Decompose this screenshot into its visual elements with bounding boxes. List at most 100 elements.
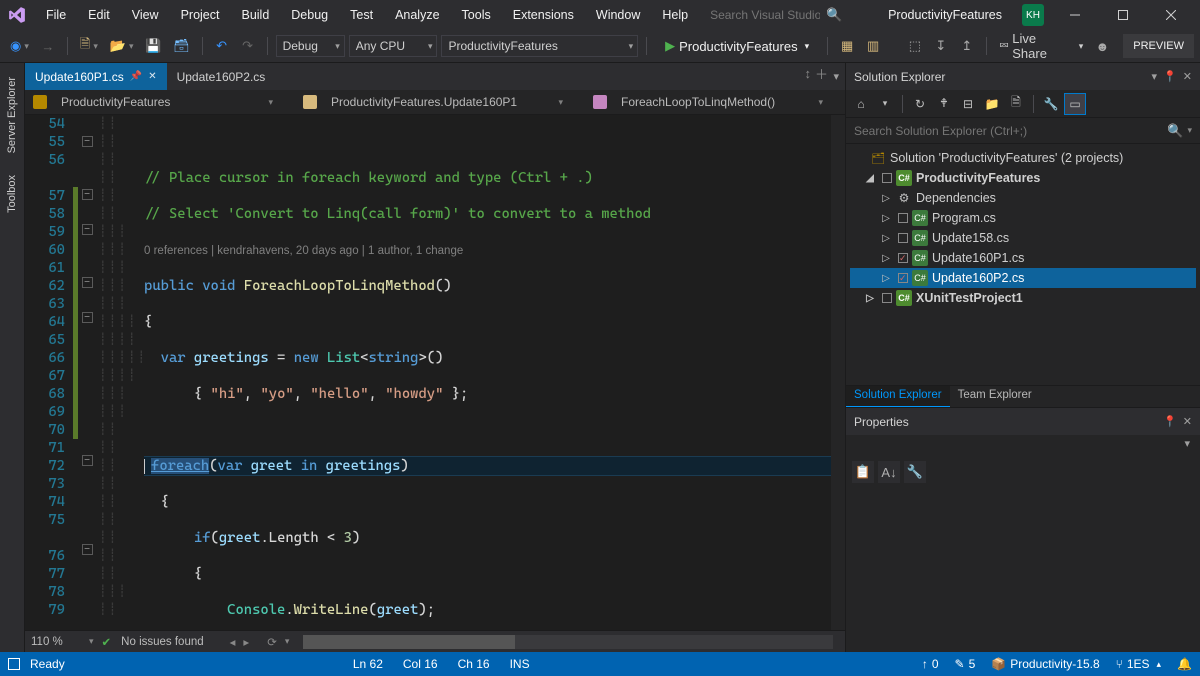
foreach-keyword[interactable]: foreach <box>151 458 209 474</box>
file-tab-update160p1[interactable]: Update160P1.cs 📌 ✕ <box>25 63 167 90</box>
tree-dependencies[interactable]: ▷⚙ Dependencies <box>850 188 1196 208</box>
tree-file-update160p2[interactable]: ▷C# Update160P2.cs <box>850 268 1196 288</box>
tree-file-update158[interactable]: ▷C# Update158.cs <box>850 228 1196 248</box>
menu-file[interactable]: File <box>36 3 76 27</box>
status-publish-up[interactable]: ↑0 <box>922 657 939 671</box>
se-sync-button[interactable]: ↻ <box>909 93 931 115</box>
nav-forward-button[interactable]: → <box>37 35 59 57</box>
tree-project-productivity[interactable]: ◢C# ProductivityFeatures <box>850 168 1196 188</box>
se-home-button[interactable]: ⌂ <box>850 93 872 115</box>
status-char[interactable]: Ch 16 <box>458 657 490 671</box>
window-maximize-button[interactable] <box>1100 0 1146 30</box>
quick-launch-search[interactable]: 🔍 <box>710 7 850 23</box>
menu-edit[interactable]: Edit <box>78 3 120 27</box>
menu-tools[interactable]: Tools <box>452 3 501 27</box>
nav-back-button[interactable]: ◉▾ <box>6 35 33 57</box>
panel-close-icon[interactable]: ✕ <box>1183 70 1192 83</box>
tb-step-2[interactable]: ↧ <box>930 35 952 57</box>
live-share-button[interactable]: ⮹Live Share▾ <box>995 35 1087 57</box>
panel-options-icon[interactable]: ▾ <box>1152 70 1158 83</box>
fold-gutter[interactable]: −−−−−−− <box>78 115 96 630</box>
open-file-button[interactable]: 📂▾ <box>106 35 138 57</box>
main-area: Server Explorer Toolbox Update160P1.cs 📌… <box>0 63 1200 652</box>
user-avatar[interactable]: KH <box>1022 4 1044 26</box>
startup-project-dropdown[interactable]: ProductivityFeatures <box>441 35 638 57</box>
tb-step-1[interactable]: ⬚ <box>904 35 926 57</box>
window-close-button[interactable] <box>1148 0 1194 30</box>
se-properties-button[interactable]: 🔧 <box>1040 93 1062 115</box>
panel-close-icon[interactable]: ✕ <box>1183 415 1192 428</box>
redo-button[interactable]: ↷ <box>237 35 259 57</box>
tb-icon-1[interactable]: ▦ <box>836 35 858 57</box>
se-showall-button[interactable]: 📁 <box>981 93 1003 115</box>
close-icon[interactable]: ✕ <box>148 71 156 82</box>
se-collapse-button[interactable]: ⊟ <box>957 93 979 115</box>
solution-explorer-search[interactable]: 🔍 ▾ <box>846 118 1200 144</box>
properties-dropdown[interactable]: ▾ <box>1180 435 1194 452</box>
status-col[interactable]: Col 16 <box>403 657 438 671</box>
status-line[interactable]: Ln 62 <box>353 657 383 671</box>
menu-debug[interactable]: Debug <box>281 3 338 27</box>
tree-project-xunit[interactable]: ▷C# XUnitTestProject1 <box>850 288 1196 308</box>
refresh-icon[interactable]: ⟳ <box>267 635 277 649</box>
tb-step-3[interactable]: ↥ <box>956 35 978 57</box>
tab-team-explorer[interactable]: Team Explorer <box>950 386 1040 407</box>
zoom-dropdown[interactable]: 110 % <box>31 636 81 648</box>
window-minimize-button[interactable] <box>1052 0 1098 30</box>
menu-view[interactable]: View <box>122 3 169 27</box>
code-text[interactable]: // Place cursor in foreach keyword and t… <box>144 115 831 630</box>
menu-window[interactable]: Window <box>586 3 650 27</box>
solution-explorer-search-input[interactable] <box>854 124 1167 138</box>
preview-button[interactable]: PREVIEW <box>1123 34 1194 58</box>
menu-project[interactable]: Project <box>171 3 230 27</box>
new-project-button[interactable]: 🗎▾ <box>76 35 102 57</box>
status-ins[interactable]: INS <box>510 657 530 671</box>
tab-solution-explorer[interactable]: Solution Explorer <box>846 386 950 407</box>
feedback-button[interactable]: ☻ <box>1091 35 1113 57</box>
status-branch[interactable]: ⑂1ES▴ <box>1116 657 1161 671</box>
tree-file-update160p1[interactable]: ▷C# Update160P1.cs <box>850 248 1196 268</box>
code-editor[interactable]: 545556 575859606162636465666768697071727… <box>25 115 845 630</box>
se-preview-button[interactable]: ▭ <box>1064 93 1086 115</box>
se-refresh-button[interactable]: 🗎 <box>1005 93 1027 115</box>
nav-project-dropdown[interactable]: ProductivityFeatures <box>53 95 287 109</box>
status-pending-changes[interactable]: ✎5 <box>955 657 976 671</box>
start-debug-button[interactable]: ▶ProductivityFeatures▾ <box>655 35 819 57</box>
menu-build[interactable]: Build <box>231 3 279 27</box>
tb-icon-2[interactable]: ▥ <box>862 35 884 57</box>
next-issue-button[interactable]: ▸ <box>243 635 249 649</box>
file-tab-update160p2[interactable]: Update160P2.cs <box>167 63 276 90</box>
panel-pin-icon[interactable]: 📍 <box>1163 70 1177 83</box>
se-dd-1[interactable]: ▾ <box>874 93 896 115</box>
menu-test[interactable]: Test <box>340 3 383 27</box>
menu-help[interactable]: Help <box>652 3 698 27</box>
server-explorer-tab[interactable]: Server Explorer <box>6 71 18 159</box>
prop-events-icon[interactable]: 🔧 <box>904 461 926 483</box>
nav-class-dropdown[interactable]: ProductivityFeatures.Update160P1 <box>323 95 577 109</box>
menu-extensions[interactable]: Extensions <box>503 3 584 27</box>
pin-icon[interactable]: 📌 <box>130 71 142 82</box>
tree-file-program[interactable]: ▷C# Program.cs <box>850 208 1196 228</box>
status-repo[interactable]: 📦Productivity-15.8 <box>991 657 1099 671</box>
save-button[interactable]: 💾 <box>142 35 166 57</box>
menu-analyze[interactable]: Analyze <box>385 3 449 27</box>
panel-pin-icon[interactable]: 📍 <box>1163 415 1177 428</box>
status-notifications[interactable]: 🔔 <box>1177 657 1192 671</box>
se-branch-button[interactable]: 🕈 <box>933 93 955 115</box>
quick-launch-input[interactable] <box>710 8 820 22</box>
nav-method-dropdown[interactable]: ForeachLoopToLinqMethod() <box>613 95 837 109</box>
config-dropdown[interactable]: Debug <box>276 35 345 57</box>
toolbox-tab[interactable]: Toolbox <box>6 169 18 219</box>
prop-alpha-icon[interactable]: A↓ <box>878 461 900 483</box>
editor-split-handle[interactable]: ↕ ＋ <box>800 63 832 83</box>
tree-solution-node[interactable]: 🗂 Solution 'ProductivityFeatures' (2 pro… <box>850 148 1196 168</box>
tab-overflow-dropdown[interactable]: ▾ <box>833 70 839 83</box>
horizontal-scrollbar[interactable] <box>303 635 833 649</box>
save-all-button[interactable]: 🗃 <box>169 35 193 57</box>
solution-tree[interactable]: 🗂 Solution 'ProductivityFeatures' (2 pro… <box>846 144 1200 385</box>
vertical-scrollbar[interactable] <box>831 115 845 630</box>
platform-dropdown[interactable]: Any CPU <box>349 35 438 57</box>
prev-issue-button[interactable]: ◂ <box>230 635 236 649</box>
undo-button[interactable]: ↶ <box>211 35 233 57</box>
prop-categorized-icon[interactable]: 📋 <box>852 461 874 483</box>
